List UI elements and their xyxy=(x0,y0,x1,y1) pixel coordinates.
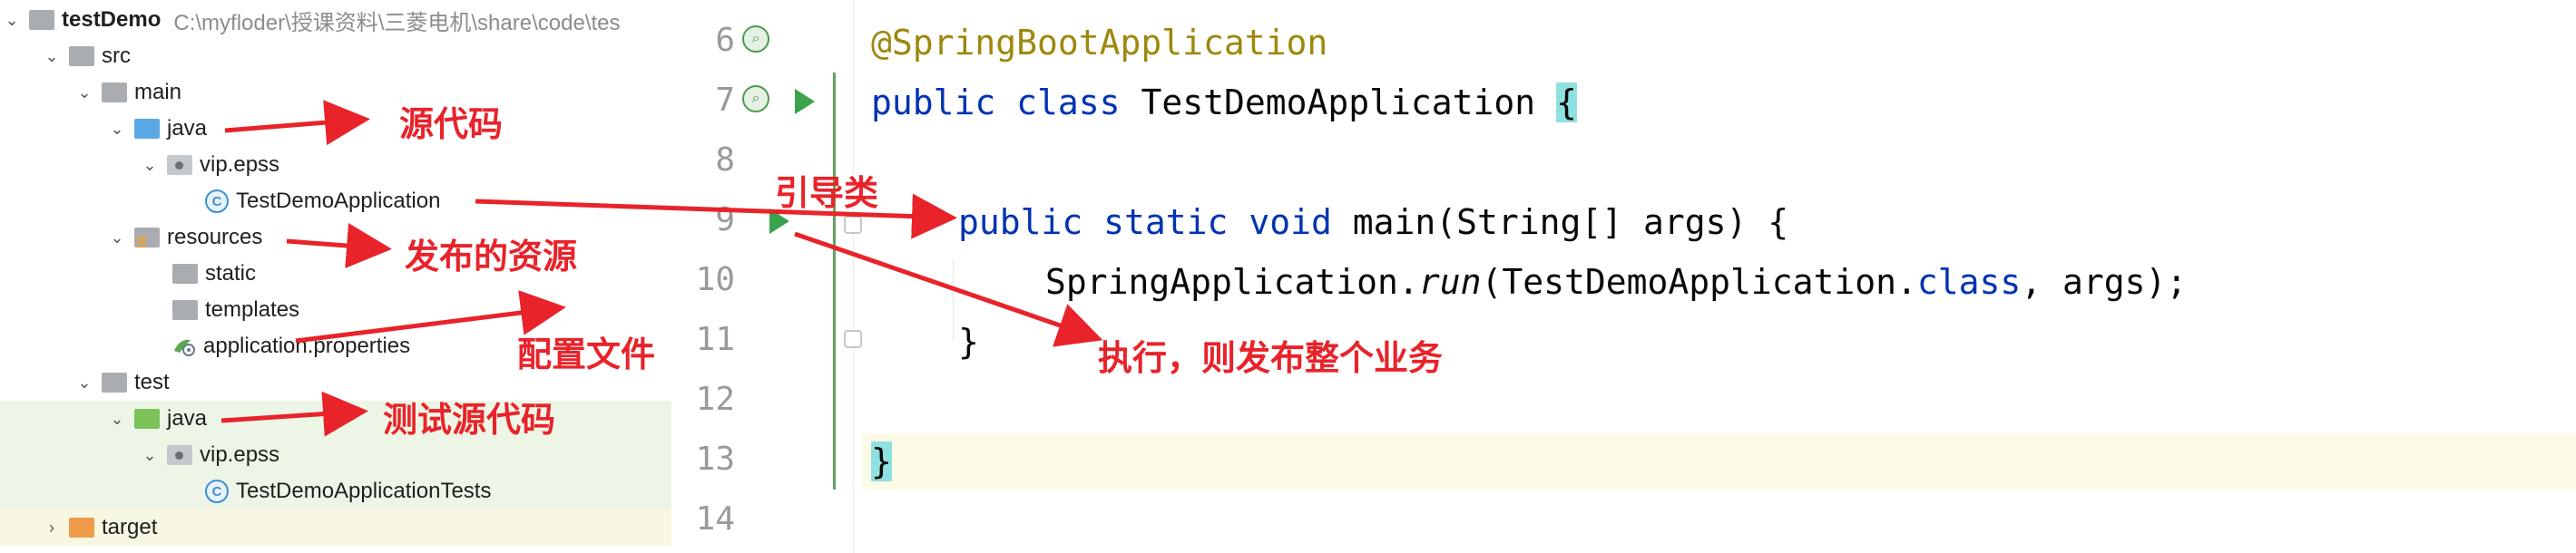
arrow-execute xyxy=(794,231,1103,347)
arrow-resources xyxy=(286,223,392,268)
screenshot-root: { "project": { "name": "testDemo", "path… xyxy=(0,0,2576,553)
arrow-source-code xyxy=(224,100,370,146)
note-config-file: 配置文件 xyxy=(517,335,656,374)
note-execute: 执行，则发布整个业务 xyxy=(1098,338,1444,378)
note-bootstrap-class: 引导类 xyxy=(775,173,879,213)
note-source-code: 源代码 xyxy=(399,104,504,144)
annotation-arrows xyxy=(220,100,1103,437)
arrow-test-source xyxy=(220,391,368,437)
note-test-source: 测试源代码 xyxy=(383,400,556,440)
note-published-resources: 发布的资源 xyxy=(405,237,578,276)
